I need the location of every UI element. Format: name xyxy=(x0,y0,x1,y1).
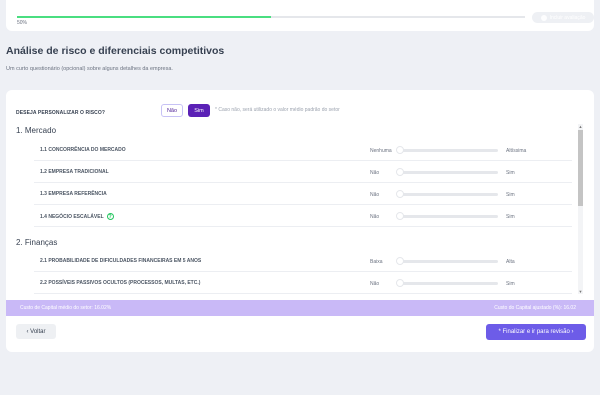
scroll-down-icon[interactable]: ▼ xyxy=(578,289,583,294)
question-row: 1.3 EMPRESA REFERÊNCIA Não Sim xyxy=(34,184,572,205)
slider-max-label: Altíssima xyxy=(506,148,527,154)
risk-questionnaire-card: DESEJA PERSONALIZAR O RISCO? Não Sim * C… xyxy=(6,90,594,352)
risk-slider[interactable] xyxy=(396,190,498,198)
customize-no-button[interactable]: Não xyxy=(161,104,183,117)
back-button[interactable]: ‹ Voltar xyxy=(16,324,56,339)
slider-thumb[interactable] xyxy=(396,146,404,154)
question-row: 2.1 PROBABILIDADE DE DIFICULDADES FINANC… xyxy=(34,251,572,272)
progress-bar xyxy=(17,16,525,18)
help-icon[interactable]: ? xyxy=(106,213,114,220)
adjusted-cost: Custo do Capital ajustado (%): 16.02 xyxy=(494,305,576,311)
slider-thumb[interactable] xyxy=(396,168,404,176)
slider-thumb[interactable] xyxy=(396,257,404,265)
progress-bar-fill xyxy=(17,16,271,18)
slider-min-label: Não xyxy=(370,170,380,176)
slider-max-label: Alta xyxy=(506,259,515,265)
risk-slider[interactable] xyxy=(396,279,498,287)
risk-slider[interactable] xyxy=(396,146,498,154)
sector-average-cost: Custo de Capital médio do setor: 16.02% xyxy=(20,305,112,311)
page-title: Análise de risco e diferenciais competit… xyxy=(6,45,225,57)
scroll-up-icon[interactable]: ▲ xyxy=(578,124,583,129)
slider-thumb[interactable] xyxy=(396,279,404,287)
slider-min-label: Não xyxy=(370,192,380,198)
slider-max-label: Sim xyxy=(506,214,515,220)
scrollbar-thumb[interactable] xyxy=(578,130,583,206)
question-label: 1.4 NEGÓCIO ESCALÁVEL? xyxy=(40,213,114,220)
question-label: 1.2 EMPRESA TRADICIONAL xyxy=(40,169,109,175)
customize-note: * Caso não, será utilizado o valor médio… xyxy=(215,107,340,113)
risk-slider[interactable] xyxy=(396,168,498,176)
finish-review-button[interactable]: * Finalizar e ir para revisão › xyxy=(486,324,586,340)
question-row: 1.2 EMPRESA TRADICIONAL Não Sim xyxy=(34,162,572,183)
question-label: 1.1 CONCORRÊNCIA DO MERCADO xyxy=(40,147,126,153)
question-row: 1.4 NEGÓCIO ESCALÁVEL? Não Sim xyxy=(34,206,572,227)
include-evaluation-button[interactable]: Incluir avaliação xyxy=(532,12,594,23)
customize-yes-button[interactable]: Sim xyxy=(188,104,210,117)
question-label: 2.1 PROBABILIDADE DE DIFICULDADES FINANC… xyxy=(40,258,202,264)
slider-min-label: Não xyxy=(370,281,380,287)
include-evaluation-label: Incluir avaliação xyxy=(549,14,586,21)
slider-min-label: Baixa xyxy=(370,259,383,265)
customize-risk-label: DESEJA PERSONALIZAR O RISCO? xyxy=(16,110,106,116)
question-row: 2.2 POSSÍVEIS PASSIVOS OCULTOS (PROCESSO… xyxy=(34,273,572,294)
scrollbar[interactable] xyxy=(578,124,583,294)
progress-label: 50% xyxy=(17,20,28,26)
slider-max-label: Sim xyxy=(506,192,515,198)
slider-thumb[interactable] xyxy=(396,212,404,220)
slider-max-label: Sim xyxy=(506,281,515,287)
question-label: 2.2 POSSÍVEIS PASSIVOS OCULTOS (PROCESSO… xyxy=(40,280,201,286)
slider-min-label: Nenhuma xyxy=(370,148,392,154)
slider-max-label: Sim xyxy=(506,170,515,176)
cost-of-capital-bar: Custo de Capital médio do setor: 16.02% … xyxy=(6,300,594,316)
section-title-mercado: 1. Mercado xyxy=(16,126,57,135)
slider-thumb[interactable] xyxy=(396,190,404,198)
risk-slider[interactable] xyxy=(396,257,498,265)
plus-circle-icon xyxy=(540,14,547,21)
section-title-financas: 2. Finanças xyxy=(16,238,58,247)
question-row: 1.1 CONCORRÊNCIA DO MERCADO Nenhuma Altí… xyxy=(34,140,572,161)
question-label: 1.3 EMPRESA REFERÊNCIA xyxy=(40,191,107,197)
progress-card: 50% Incluir avaliação xyxy=(6,0,594,31)
page-subtitle: Um curto questionário (opcional) sobre a… xyxy=(6,66,173,72)
slider-min-label: Não xyxy=(370,214,380,220)
risk-slider[interactable] xyxy=(396,212,498,220)
